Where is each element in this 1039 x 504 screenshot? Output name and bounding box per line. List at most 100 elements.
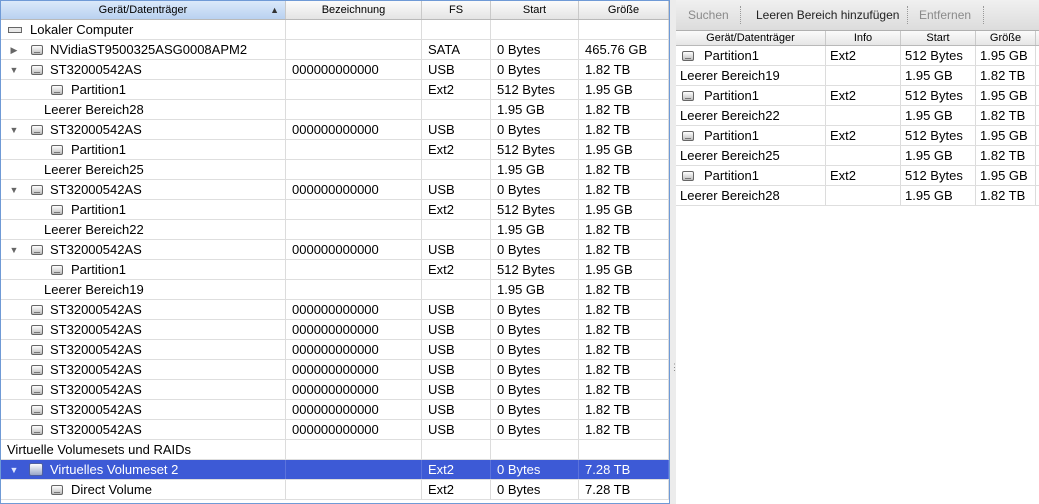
segment-device-cell: Leerer Bereich28 [676,186,826,205]
column-header-size[interactable]: Größe [976,31,1036,45]
segment-device-cell: Partition1 [676,126,826,145]
segment-size-cell: 1.95 GB [976,126,1036,145]
remove-button[interactable]: Entfernen [919,6,971,24]
device-cell: ▼ ST32000542AS [1,240,286,259]
table-row[interactable]: ST32000542AS 000000000000 USB 0 Bytes 1.82 T… [1,300,669,320]
fs-cell [422,440,491,459]
table-row[interactable]: Lokaler Computer [1,20,669,40]
size-cell: 1.82 TB [579,280,669,299]
table-row[interactable]: ST32000542AS 000000000000 USB 0 Bytes 1.82 T… [1,360,669,380]
segment-row[interactable]: Partition1 Ext2 512 Bytes 1.95 GB [676,46,1039,66]
column-header-start[interactable]: Start [901,31,976,45]
segment-row[interactable]: Leerer Bereich19 1.95 GB 1.82 TB [676,66,1039,86]
table-row[interactable]: Direct Volume Ext2 0 Bytes 7.28 TB [1,480,669,500]
fs-cell: Ext2 [422,480,491,499]
search-button[interactable]: Suchen [688,6,729,24]
segment-device-cell: Partition1 [676,166,826,185]
segment-start-cell: 512 Bytes [901,46,976,65]
column-header-start[interactable]: Start [491,1,579,19]
segment-info-cell: Ext2 [826,86,901,105]
start-cell: 512 Bytes [491,200,579,219]
device-name: Leerer Bereich19 [44,282,144,297]
device-cell: ▼ ST32000542AS [1,180,286,199]
fs-cell: USB [422,400,491,419]
fs-cell: Ext2 [422,460,491,479]
hard-disk-icon [31,65,43,75]
segment-start-cell: 512 Bytes [901,126,976,145]
start-cell: 0 Bytes [491,380,579,399]
table-row[interactable]: ▶ NVidiaST9500325ASG0008APM2 SATA 0 Bytes 46… [1,40,669,60]
partition-icon [682,51,694,61]
device-name: ST32000542AS [50,402,142,417]
name-label-cell: 000000000000 [286,180,422,199]
table-row[interactable]: ST32000542AS 000000000000 USB 0 Bytes 1.82 T… [1,400,669,420]
device-cell: Lokaler Computer [1,20,286,39]
segment-row[interactable]: Partition1 Ext2 512 Bytes 1.95 GB [676,86,1039,106]
device-name: Leerer Bereich22 [44,222,144,237]
segment-row[interactable]: Leerer Bereich22 1.95 GB 1.82 TB [676,106,1039,126]
column-header-device[interactable]: Gerät/Datenträger [676,31,826,45]
table-row[interactable]: Leerer Bereich25 1.95 GB 1.82 TB [1,160,669,180]
table-row[interactable]: ST32000542AS 000000000000 USB 0 Bytes 1.82 T… [1,380,669,400]
fs-cell: Ext2 [422,260,491,279]
disclosure-expanded-icon[interactable]: ▼ [8,120,20,139]
disclosure-collapsed-icon[interactable]: ▶ [8,40,20,59]
table-row[interactable]: Partition1 Ext2 512 Bytes 1.95 GB [1,260,669,280]
hard-disk-icon [31,125,43,135]
name-label-cell [286,20,422,39]
fs-cell: Ext2 [422,200,491,219]
table-row[interactable]: Leerer Bereich28 1.95 GB 1.82 TB [1,100,669,120]
disclosure-expanded-icon[interactable]: ▼ [8,240,20,259]
table-row[interactable]: ▼ ST32000542AS 000000000000 USB 0 Bytes 1.82 … [1,60,669,80]
segment-row[interactable]: Leerer Bereich25 1.95 GB 1.82 TB [676,146,1039,166]
size-cell: 1.95 GB [579,200,669,219]
segment-row[interactable]: Leerer Bereich28 1.95 GB 1.82 TB [676,186,1039,206]
partition-icon [51,485,63,495]
name-label-cell: 000000000000 [286,320,422,339]
fs-cell: Ext2 [422,140,491,159]
table-row[interactable]: ST32000542AS 000000000000 USB 0 Bytes 1.82 T… [1,420,669,440]
table-row[interactable]: Leerer Bereich19 1.95 GB 1.82 TB [1,280,669,300]
table-row[interactable]: ▼ ST32000542AS 000000000000 USB 0 Bytes 1.82 … [1,120,669,140]
segment-info-cell [826,186,901,205]
table-row[interactable]: ▼ ST32000542AS 000000000000 USB 0 Bytes 1.82 … [1,240,669,260]
segment-start-cell: 512 Bytes [901,86,976,105]
column-header-fs[interactable]: FS [422,1,491,19]
table-row[interactable]: ST32000542AS 000000000000 USB 0 Bytes 1.82 T… [1,340,669,360]
disclosure-expanded-icon[interactable]: ▼ [8,180,20,199]
column-header-label[interactable]: Bezeichnung [286,1,422,19]
table-row[interactable]: ▼ Virtuelles Volumeset 2 Ext2 0 Bytes 7.28 T… [1,460,669,480]
toolbar-separator [740,6,742,24]
column-header-size[interactable]: Größe [579,1,669,19]
start-cell: 0 Bytes [491,240,579,259]
device-name: Partition1 [71,142,126,157]
table-row[interactable]: ST32000542AS 000000000000 USB 0 Bytes 1.82 T… [1,320,669,340]
table-row[interactable]: Partition1 Ext2 512 Bytes 1.95 GB [1,140,669,160]
segment-row[interactable]: Partition1 Ext2 512 Bytes 1.95 GB [676,126,1039,146]
table-row[interactable]: Virtuelle Volumesets und RAIDs [1,440,669,460]
toolbar-separator [907,6,909,24]
table-row[interactable]: ▼ ST32000542AS 000000000000 USB 0 Bytes 1.82 … [1,180,669,200]
hard-disk-icon [31,45,43,55]
size-cell: 1.82 TB [579,380,669,399]
column-header-info[interactable]: Info [826,31,901,45]
segment-start-cell: 1.95 GB [901,106,976,125]
table-row[interactable]: Leerer Bereich22 1.95 GB 1.82 TB [1,220,669,240]
column-header-device-label: Gerät/Datenträger [98,4,188,16]
column-header-device[interactable]: Gerät/Datenträger ▲ [1,1,286,19]
disclosure-expanded-icon[interactable]: ▼ [8,60,20,79]
disclosure-expanded-icon[interactable]: ▼ [8,460,20,479]
segment-row[interactable]: Partition1 Ext2 512 Bytes 1.95 GB [676,166,1039,186]
name-label-cell: 000000000000 [286,240,422,259]
segment-size-cell: 1.82 TB [976,106,1036,125]
start-cell: 0 Bytes [491,460,579,479]
device-table-body: Lokaler Computer ▶ NVidiaST9500325ASG0008A… [1,20,669,500]
table-row[interactable]: Partition1 Ext2 512 Bytes 1.95 GB [1,80,669,100]
size-cell: 1.82 TB [579,160,669,179]
name-label-cell [286,100,422,119]
table-row[interactable]: Partition1 Ext2 512 Bytes 1.95 GB [1,200,669,220]
device-cell: Direct Volume [1,480,286,499]
name-label-cell: 000000000000 [286,400,422,419]
name-label-cell: 000000000000 [286,360,422,379]
add-free-space-button[interactable]: Leeren Bereich hinzufügen [756,6,899,24]
